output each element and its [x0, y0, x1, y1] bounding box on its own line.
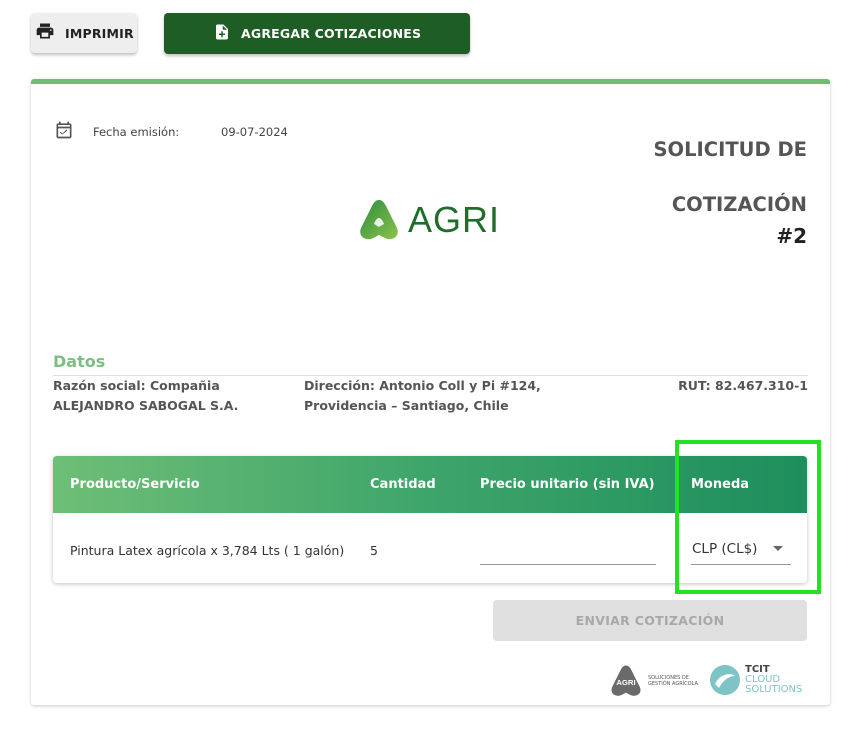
tcit-logo-mark	[710, 665, 740, 695]
quotation-number: #2	[776, 224, 807, 248]
agri-logo-text: AGRI	[408, 199, 501, 240]
send-quotation-button-label: ENVIAR COTIZACIÓN	[575, 613, 725, 628]
quantity-cell: 5	[370, 543, 378, 558]
tcit-logo-text: TCIT CLOUD SOLUTIONS	[745, 665, 802, 695]
issue-date-value: 09-07-2024	[221, 125, 288, 139]
currency-select[interactable]: CLP (CL$)	[691, 531, 791, 565]
printer-icon	[35, 21, 55, 45]
footer-agri-mark: AGRI	[611, 665, 641, 696]
add-quotations-button[interactable]: AGREGAR COTIZACIONES	[164, 13, 470, 54]
column-header-product: Producto/Servicio	[70, 477, 200, 492]
footer-tcit-logo: TCIT CLOUD SOLUTIONS	[709, 664, 802, 696]
column-header-unit-price: Precio unitario (sin IVA)	[480, 477, 655, 492]
quotation-table: Producto/Servicio Cantidad Precio unitar…	[53, 456, 807, 583]
svg-text:AGRI: AGRI	[616, 678, 635, 687]
agri-logo: AGRI	[358, 198, 500, 242]
product-name-cell: Pintura Latex agrícola x 3,784 Lts ( 1 g…	[70, 543, 345, 558]
add-quotations-button-label: AGREGAR COTIZACIONES	[241, 26, 422, 41]
currency-select-value: CLP (CL$)	[692, 541, 758, 557]
calendar-icon	[54, 120, 74, 144]
footer-agri-logo: AGRI SOLUCIONES DE GESTIÓN AGRÍCOLA	[608, 664, 704, 698]
datos-section-title: Datos	[53, 352, 106, 371]
page-title: SOLICITUD DE COTIZACIÓN	[653, 138, 808, 216]
column-header-currency: Moneda	[691, 477, 750, 492]
dropdown-caret-icon	[773, 546, 783, 551]
company-rut: RUT: 82.467.310-1	[678, 378, 808, 393]
print-button[interactable]: IMPRIMIR	[31, 13, 137, 53]
company-name: Razón social: Compañia ALEJANDRO SABOGAL…	[53, 378, 239, 413]
print-button-label: IMPRIMIR	[65, 25, 134, 41]
tcit-line-3: SOLUTIONS	[745, 684, 803, 695]
table-row: Pintura Latex agrícola x 3,784 Lts ( 1 g…	[53, 513, 807, 583]
quotation-card: Fecha emisión: 09-07-2024 SOLICITUD DE C…	[31, 79, 830, 705]
footer-agri-subtitle: SOLUCIONES DE GESTIÓN AGRÍCOLA	[648, 675, 698, 687]
table-header: Producto/Servicio Cantidad Precio unitar…	[53, 456, 807, 513]
agri-logo-mark	[360, 200, 398, 240]
unit-price-input[interactable]	[480, 531, 656, 565]
add-document-icon	[213, 22, 231, 46]
company-address: Dirección: Antonio Coll y Pi #124, Provi…	[304, 378, 541, 413]
issue-date-label: Fecha emisión:	[93, 125, 180, 139]
send-quotation-button[interactable]: ENVIAR COTIZACIÓN	[493, 600, 807, 641]
column-header-quantity: Cantidad	[370, 477, 436, 492]
